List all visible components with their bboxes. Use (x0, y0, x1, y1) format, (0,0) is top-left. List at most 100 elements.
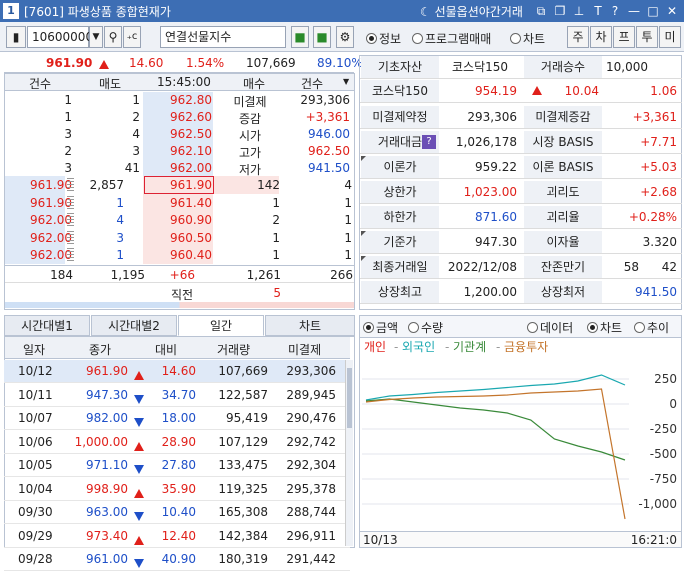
chart-time: 16:21:0 (630, 533, 677, 547)
btn-stock[interactable]: 주 (567, 26, 589, 48)
code-input[interactable]: 10600000 (27, 26, 93, 48)
table-row[interactable]: 09/29 973.40 12.40 142,384 296,911 (4, 525, 350, 548)
price-summary: 961.90 14.60 1.54% 107,669 89.10% (4, 55, 363, 73)
header-dropdown-icon[interactable]: ▼ (343, 77, 349, 86)
radio-quantity-dot (408, 322, 419, 333)
ask-stat-label: 저가 (238, 163, 262, 177)
radio-info[interactable]: 정보 (366, 30, 401, 47)
tab-chart[interactable]: 차트 (265, 315, 355, 336)
legend-외국인: 외국인 (402, 340, 435, 354)
base-asset-label: 기초자산 (361, 56, 439, 78)
ask-row[interactable]: 3 41 962.00 저가 941.50 (4, 160, 354, 177)
close-icon[interactable]: ✕ (664, 3, 680, 19)
search-icon[interactable]: ⚲ (104, 26, 122, 48)
row-change: 28.90 (161, 434, 196, 449)
bid-row[interactable]: 961.90 2,857 961.90 142 4 (4, 177, 354, 193)
book-icon[interactable]: ▮ (6, 26, 26, 48)
info-value-right: 42 (661, 260, 677, 274)
up-arrow-icon (99, 58, 109, 72)
ask-row[interactable]: 1 2 962.60 증감 +3,361 (4, 109, 354, 126)
ask-stat-value: 941.50 (308, 161, 350, 175)
radio-chart-view-dot (587, 322, 598, 333)
radio-chart-view[interactable]: 차트 (587, 319, 622, 336)
calc-icon[interactable]: ₊c (123, 26, 141, 48)
export-icon[interactable]: ■ (291, 26, 309, 48)
tick-bar (67, 248, 74, 262)
link-icon[interactable]: ⧉ (533, 3, 549, 19)
ask-stat-label: 미결제 (233, 95, 267, 109)
col-open-interest: 미결제 (288, 343, 322, 357)
grid-scrollbar[interactable] (345, 360, 353, 546)
product-name-field[interactable]: 연결선물지수 (160, 26, 286, 48)
help-icon[interactable]: ? (607, 3, 623, 19)
ask-qty-header: 매도 (99, 77, 122, 91)
maximize-icon[interactable]: □ (645, 3, 661, 19)
radio-program[interactable]: 프로그램매매 (412, 30, 491, 47)
bid-row[interactable]: 962.00 3 960.50 1 1 (4, 230, 354, 246)
table-row[interactable]: 10/11 947.30 34.70 122,587 289,945 (4, 384, 350, 407)
table-row[interactable]: 10/07 982.00 18.00 95,419 290,476 (4, 407, 350, 430)
bid-row[interactable]: 962.00 4 960.90 2 1 (4, 212, 354, 228)
radio-quantity[interactable]: 수량 (408, 319, 443, 336)
tab-daily[interactable]: 일간 (178, 315, 264, 336)
settings-gear-icon[interactable]: ⚙ (336, 26, 354, 48)
row-date: 10/12 (18, 364, 53, 378)
radio-chart[interactable]: 차트 (510, 30, 545, 47)
pin-icon[interactable]: ⊥ (571, 3, 587, 19)
order-book-totals: 184 1,195 +66 1,261 266 (5, 265, 354, 283)
ask-stat-value: 293,306 (300, 93, 350, 107)
bid-price: 960.40 (170, 248, 212, 262)
y-tick-label: -1,000 (638, 497, 677, 511)
row-open-interest: 292,742 (286, 434, 336, 449)
info-value-right-a: 58 (623, 260, 639, 274)
radio-data[interactable]: 데이터 (527, 319, 573, 336)
ask-row[interactable]: 2 3 962.10 고가 962.50 (4, 143, 354, 160)
info-value-left: 1,023.00 (463, 185, 517, 199)
ask-stat-label: 고가 (238, 146, 262, 160)
row-date: 10/04 (18, 481, 53, 496)
table-row[interactable]: 10/04 998.90 35.90 119,325 295,378 (4, 478, 350, 501)
minimize-icon[interactable]: — (626, 3, 642, 19)
row-close: 998.90 (86, 481, 128, 496)
code-dropdown-icon[interactable]: ▼ (89, 26, 103, 48)
tab-time-2[interactable]: 시간대별2 (91, 315, 177, 336)
table-row[interactable]: 10/06 1,000.00 28.90 107,129 292,742 (4, 431, 350, 454)
btn-investor[interactable]: 투 (636, 26, 658, 48)
row-close: 947.30 (86, 387, 128, 402)
bid-row[interactable]: 962.00 1 960.40 1 1 (4, 247, 354, 263)
bid-count: 1 (344, 213, 352, 227)
daily-grid-header: 일자 종가 대비 거래량 미결제 (5, 337, 350, 359)
row-open-interest: 296,911 (286, 528, 336, 543)
copy-icon[interactable]: ❐ (552, 3, 568, 19)
row-open-interest: 291,442 (286, 552, 336, 566)
ask-row[interactable]: 3 4 962.50 시가 946.00 (4, 126, 354, 143)
font-icon[interactable]: T (590, 3, 606, 19)
radio-trend[interactable]: 추이 (634, 319, 669, 336)
row-close: 961.90 (86, 364, 128, 378)
night-trading-label[interactable]: ☾ 선물옵션야간거래 (420, 3, 523, 20)
ask-row[interactable]: 1 1 962.80 미결제 293,306 (4, 92, 354, 109)
bid-count: 1 (344, 195, 352, 210)
ask-qty: 3 (132, 144, 140, 158)
btn-open-interest[interactable]: 미 (659, 26, 681, 48)
index-change-pct: 1.06 (650, 84, 677, 98)
row-open-interest: 290,476 (286, 411, 336, 425)
grid-scrollbar-thumb[interactable] (347, 368, 352, 428)
info-value-right: +3,361 (632, 110, 677, 124)
radio-amount[interactable]: 금액 (363, 319, 398, 336)
row-open-interest: 292,304 (286, 458, 336, 472)
btn-program[interactable]: 프 (613, 26, 635, 48)
table-row[interactable]: 09/28 961.00 40.90 180,319 291,442 (4, 548, 350, 571)
radio-info-label: 정보 (379, 32, 402, 46)
bid-price: 960.90 (170, 213, 212, 227)
import-icon[interactable]: ■ (313, 26, 331, 48)
table-row[interactable]: 10/05 971.10 27.80 133,475 292,304 (4, 454, 350, 477)
table-row[interactable]: 09/30 963.00 10.40 165,308 288,744 (4, 501, 350, 524)
help-icon[interactable]: ? (422, 135, 436, 149)
bid-row[interactable]: 961.90 1 961.40 1 1 (4, 195, 354, 211)
table-row[interactable]: 10/12 961.90 14.60 107,669 293,306 (4, 360, 350, 383)
info-label-right: 미결제증감 (524, 106, 602, 128)
corner-marker-icon (361, 231, 366, 236)
tab-time-1[interactable]: 시간대별1 (4, 315, 90, 336)
btn-chart[interactable]: 차 (590, 26, 612, 48)
